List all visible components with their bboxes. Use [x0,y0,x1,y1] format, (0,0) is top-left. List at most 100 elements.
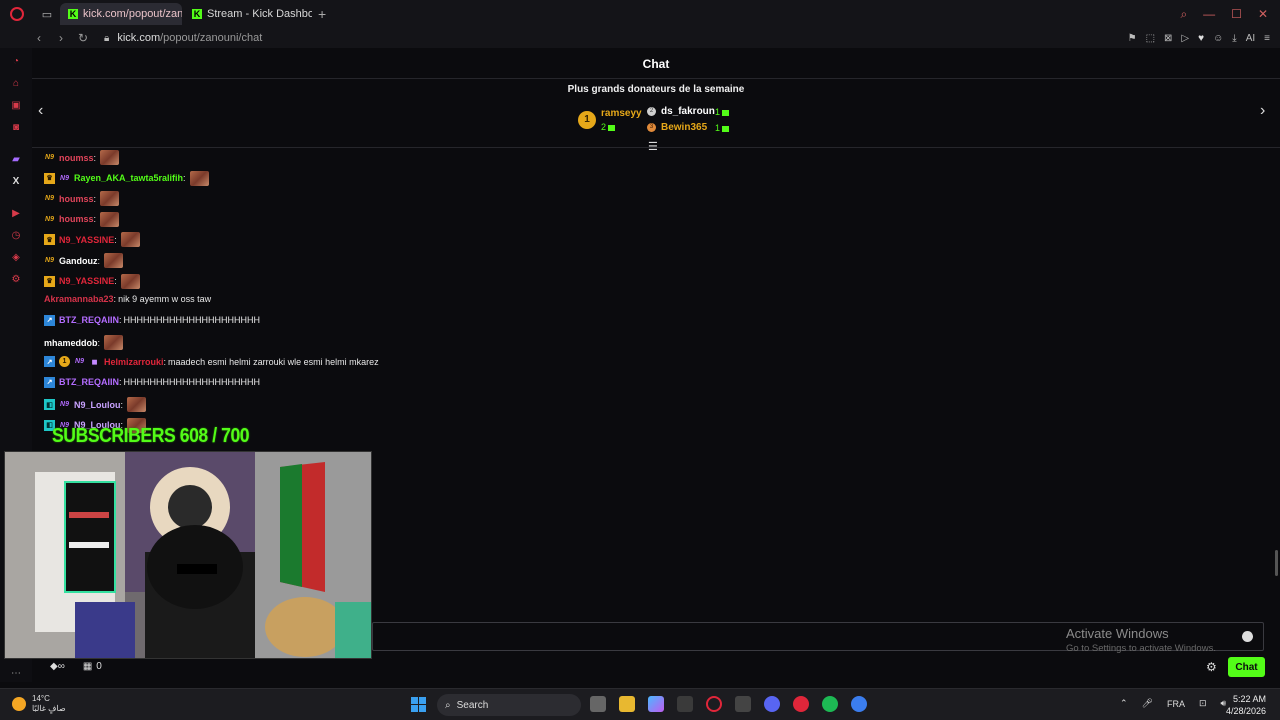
opera-gx-icon[interactable] [793,696,809,712]
chat-settings-icon[interactable]: ⚙ [1206,660,1217,674]
clock[interactable]: 5:22 AM 4/28/2026 [1226,693,1266,717]
store-icon[interactable]: ▦ [83,661,92,672]
chat-username[interactable]: BTZ_REQAIIN [59,315,119,325]
messenger-taskbar-icon[interactable] [851,696,867,712]
n9-purple-badge-icon[interactable]: N9 [74,356,85,367]
opera-taskbar-icon[interactable] [706,696,722,712]
shopping-icon[interactable]: ⌂ [10,78,22,90]
emote-image[interactable] [127,397,147,413]
twitch-icon[interactable]: ▰ [10,154,22,166]
chat-username[interactable]: Akramannaba23 [44,294,114,304]
opera-logo-icon[interactable] [10,7,24,21]
close-icon[interactable]: ✕ [1258,7,1268,22]
extensions-icon[interactable]: ◈ [10,252,22,264]
aria-sidebar-icon[interactable]: ◔ [10,56,22,68]
x-twitter-icon[interactable]: X [10,176,22,188]
player-sidebar-icon[interactable]: ▶ [10,208,22,220]
prev-arrow-icon[interactable]: ‹ [38,102,43,120]
og-badge-icon[interactable]: ↗ [44,356,55,367]
chat-username[interactable]: N9_Loulou [74,400,121,410]
copilot-icon[interactable] [648,696,664,712]
tab-manager-icon[interactable]: ▭ [40,7,54,21]
emote-image[interactable] [100,191,120,207]
donor-name[interactable]: Bewin365 [661,122,707,133]
emote-image[interactable] [104,335,124,351]
n9-badge-icon[interactable]: N9 [44,214,55,225]
bookmark-icon[interactable]: ⚑ [1128,33,1137,44]
og-badge-icon[interactable]: ↗ [44,314,55,326]
history-icon[interactable]: ◷ [10,230,22,242]
emoji-icon[interactable] [1242,631,1253,642]
more-icon[interactable]: ⋯ [10,668,22,680]
minimize-icon[interactable]: — [1203,7,1215,22]
n9-badge-icon[interactable]: N9 [44,255,55,266]
network-icon[interactable]: ⊡ [1199,698,1207,709]
tab-kick-popout[interactable]: K kick.com/popout/zanouni/ [60,3,182,25]
emote-image[interactable] [100,150,120,165]
lock-icon[interactable]: 🔒︎ [104,33,109,44]
scrollbar[interactable] [1275,550,1278,576]
emote-image[interactable] [100,211,120,227]
aria-icon[interactable]: AI [1246,33,1255,44]
weather-widget[interactable]: 14°C صافٍ غالبًا [12,694,66,714]
gift-badge-icon[interactable]: ◼ [89,356,100,367]
address-field[interactable]: kick.com/popout/zanouni/chat [117,32,262,44]
forward-icon[interactable]: › [56,31,66,45]
chat-username[interactable]: N9_YASSINE [59,235,114,245]
profile-icon[interactable]: ☺ [1213,33,1223,44]
settings-icon[interactable]: ⚙ [10,274,22,286]
taskbar-search[interactable]: ⌕ Search [437,694,581,716]
snapshot-icon[interactable]: ⬚ [1146,33,1155,44]
adblock-icon[interactable]: ⊠ [1164,33,1172,44]
maximize-icon[interactable]: ☐ [1231,7,1242,22]
chat-username[interactable]: BTZ_REQAIIN [59,377,119,387]
n9-badge-icon[interactable]: N9 [44,193,55,204]
chat-username[interactable]: Gandouz [59,256,98,266]
messenger-icon[interactable]: ▣ [10,100,22,112]
sub-gold-badge-icon[interactable]: 1 [59,356,70,367]
discord-icon[interactable] [764,696,780,712]
language-indicator[interactable]: FRA [1167,699,1185,709]
app-icon[interactable] [735,696,751,712]
og-badge-icon[interactable]: ↗ [44,376,55,388]
emote-image[interactable] [120,232,140,248]
n9-purple-badge-icon[interactable]: N9 [59,173,70,184]
next-arrow-icon[interactable]: › [1260,102,1265,120]
chat-username[interactable]: Rayen_AKA_tawta5ralifih [74,173,183,183]
back-icon[interactable]: ‹ [34,31,44,45]
donor-name[interactable]: ramseyy [601,108,642,119]
show-hidden-icon[interactable]: ⌃ [1120,698,1128,709]
player-icon[interactable]: ▷ [1181,33,1189,44]
download-icon[interactable]: ⤓ [1232,33,1236,44]
founder-badge-icon[interactable]: ◧ [44,399,55,411]
emote-image[interactable] [189,170,209,186]
chat-username[interactable]: houmss [59,194,94,204]
send-chat-button[interactable]: Chat [1228,657,1265,677]
task-view-icon[interactable] [590,696,606,712]
n9-badge-icon[interactable]: N9 [44,152,55,163]
file-explorer-icon[interactable] [619,696,635,712]
microphone-icon[interactable]: 🎤︎ [1142,698,1153,709]
crown-badge-icon[interactable]: ♛ [44,234,55,246]
crown-badge-icon[interactable]: ♛ [44,275,55,287]
search-tabs-icon[interactable]: ⌕ [1180,7,1187,22]
menu-icon[interactable]: ≡ [1264,33,1270,44]
whatsapp-icon[interactable]: ◙ [10,122,22,134]
chat-username[interactable]: mhameddob [44,338,98,348]
chat-username[interactable]: houmss [59,214,94,224]
windows-start-icon[interactable] [411,697,426,712]
new-tab-button[interactable]: + [318,6,326,22]
donor-name[interactable]: ds_fakroun [661,106,715,117]
emote-image[interactable] [104,253,124,268]
n9-purple-badge-icon[interactable]: N9 [59,399,70,410]
tab-kick-dashboard[interactable]: K Stream - Kick Dashboard [184,3,312,25]
emote-image[interactable] [120,273,140,289]
crown-badge-icon[interactable]: ♛ [44,172,55,184]
chat-username[interactable]: noumss [59,153,94,163]
store-app-icon[interactable] [677,696,693,712]
reload-icon[interactable]: ↻ [78,31,88,45]
kicks-icon[interactable]: ◆∞ [50,661,65,672]
chat-username[interactable]: Helmizarrouki [104,357,164,367]
spotify-icon[interactable] [822,696,838,712]
chat-username[interactable]: N9_YASSINE [59,276,114,286]
